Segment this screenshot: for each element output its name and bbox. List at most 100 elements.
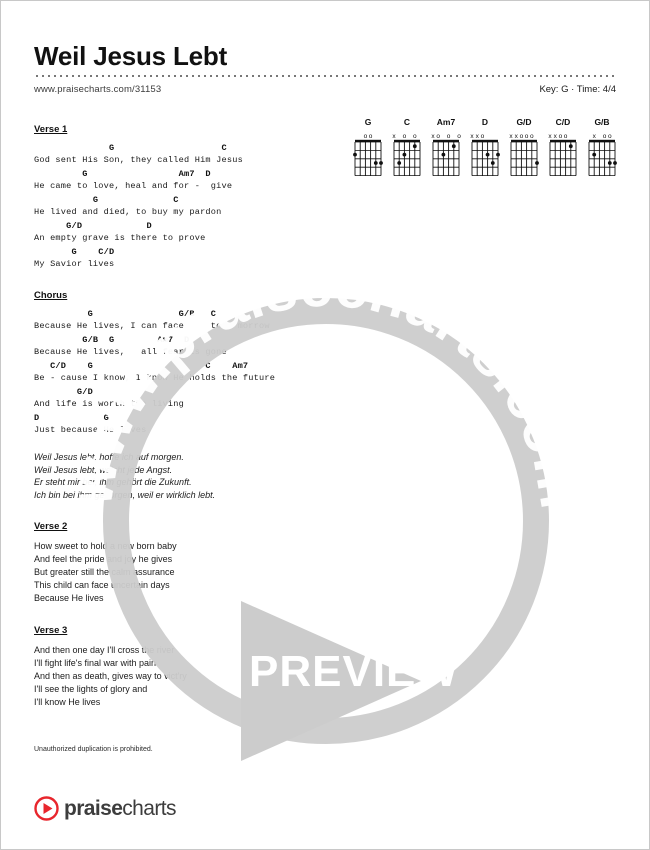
svg-text:o: o: [603, 133, 607, 140]
section-label: Verse 2: [34, 521, 68, 532]
chord-diagram-c-d: C/D x x o o: [546, 117, 580, 180]
logo-bold-part: praise: [64, 796, 123, 820]
svg-text:x: x: [392, 133, 396, 140]
lyric-line: He lived and died, to buy my pardon: [34, 207, 222, 217]
chord-diagram-g: Goo: [351, 117, 385, 180]
lyric-line: How sweet to hold a new born baby: [34, 541, 177, 551]
lyric-line: And feel the pride and joy he gives: [34, 554, 173, 564]
section-label: Chorus: [34, 290, 68, 301]
chord-line: G C: [34, 143, 227, 153]
chord-lyric-line: G G/B C Because He lives, I can face to -…: [34, 309, 334, 332]
key-time-signature: Key: G · Time: 4/4: [539, 84, 616, 95]
page-title: Weil Jesus Lebt: [34, 41, 228, 71]
lyric-line: My Savior lives: [34, 259, 115, 269]
svg-text:o: o: [364, 133, 368, 140]
svg-text:o: o: [369, 133, 373, 140]
chord-diagram-strip: Go o Cx o o Am7 x o o o Dx x o G/D x x o o o C/D x x o o G/B x o o: [351, 117, 619, 180]
svg-text:o: o: [413, 133, 417, 140]
svg-text:o: o: [559, 133, 563, 140]
svg-text:o: o: [481, 133, 485, 140]
lyric-line: I'll fight life's final war with pain: [34, 658, 156, 668]
svg-text:x: x: [554, 133, 558, 140]
chord-lyric-line: G/D D An empty grave is there to prove: [34, 221, 334, 244]
lyric-line: And then as death, gives way to vict'ry: [34, 671, 187, 681]
lyrics-column: Verse 1 G C God sent His Son, they called…: [34, 119, 334, 724]
svg-text:o: o: [608, 133, 612, 140]
lyric-line: Be - cause I know, I know He holds the f…: [34, 373, 276, 383]
chord-name: C: [403, 117, 411, 127]
svg-text:x: x: [509, 133, 513, 140]
chord-line: G/B G Am7 D: [34, 335, 190, 345]
lyric-line: And then one day I'll cross the river: [34, 645, 175, 655]
svg-text:o: o: [520, 133, 524, 140]
svg-text:o: o: [403, 133, 407, 140]
chord-diagram-am7: Am7 x o o o: [429, 117, 463, 180]
source-url: www.praisecharts.com/31153: [34, 84, 162, 95]
svg-text:x: x: [470, 133, 474, 140]
chord-diagram-g-d: G/D x x o o o: [507, 117, 541, 180]
chord-name: G: [364, 117, 372, 127]
german-line: Weil Jesus lebt, weicht jede Angst.: [34, 464, 173, 475]
svg-text:o: o: [564, 133, 568, 140]
chord-name: G/D: [516, 117, 532, 127]
svg-text:x: x: [431, 133, 435, 140]
svg-text:o: o: [436, 133, 440, 140]
logo-wordmark: praisecharts: [64, 797, 176, 821]
chord-lyric-line: D G Just because He lives: [34, 413, 334, 436]
chord-lyric-line: G/B G Am7 D Because He lives, all fear is…: [34, 335, 334, 358]
chord-lyric-line: G C He lived and died, to buy my pardon: [34, 195, 334, 218]
section-verse2: Verse 2 How sweet to hold a new born baby…: [34, 516, 334, 605]
chord-line: G/D: [34, 387, 93, 397]
german-translation-block: Weil Jesus lebt, hoffe ich auf morgen. We…: [34, 451, 334, 501]
chord-grid: xxo: [470, 133, 500, 176]
svg-text:o: o: [447, 133, 451, 140]
svg-text:x: x: [548, 133, 552, 140]
lyric-line: Because He lives: [34, 593, 104, 603]
lyric-line: God sent His Son, they called Him Jesus: [34, 155, 243, 165]
chord-lyric-line: G/D And life is worth the living: [34, 387, 334, 410]
chord-lyric-line: G C God sent His Son, they called Him Jes…: [34, 143, 334, 166]
chord-line: G C: [34, 195, 179, 205]
lyric-line: Because He lives, all fear is gone: [34, 347, 227, 357]
lyric-line: And life is worth the living: [34, 399, 184, 409]
german-line: Er steht mir bei, ihm gehört die Zukunft…: [34, 477, 192, 487]
section-label: Verse 1: [34, 124, 68, 135]
lyric-line: Just because He lives: [34, 425, 147, 435]
copyright-notice: Unauthorized duplication is prohibited.: [34, 746, 153, 753]
lyric-line: He came to love, heal and for - give: [34, 181, 233, 191]
chord-name: C/D: [555, 117, 571, 127]
chord-grid: xoo: [392, 133, 421, 176]
play-button-icon: [34, 796, 59, 821]
chord-name: G/B: [594, 117, 610, 127]
german-line: Weil Jesus lebt, hoffe ich auf morgen.: [34, 452, 184, 462]
chord-line: C/D G C Am7: [34, 361, 249, 371]
chord-chart-page: Weil Jesus Lebt www.praisecharts.com/311…: [0, 0, 650, 850]
chord-grid: xooo: [431, 133, 461, 176]
chord-diagram-c: Cxoo: [390, 117, 424, 180]
chord-diagram-g-b: G/B x o o: [585, 117, 619, 180]
chord-lyric-line: G Am7 D He came to love, heal and for - g…: [34, 169, 334, 192]
svg-text:x: x: [476, 133, 480, 140]
chord-name: D: [481, 117, 489, 127]
chord-line: G/D D: [34, 221, 152, 231]
lyric-line: But greater still the calm assurance: [34, 567, 175, 577]
svg-text:o: o: [525, 133, 529, 140]
chord-grid: oo: [353, 133, 383, 176]
lyric-line: I'll see the lights of glory and: [34, 684, 148, 694]
chord-line: G C/D: [34, 247, 115, 257]
svg-text:o: o: [530, 133, 534, 140]
logo-light-part: charts: [122, 796, 176, 820]
section-chorus: Chorus G G/B C Because He lives, I can fa…: [34, 285, 334, 436]
section-verse-1: Verse 1 G C God sent His Son, they called…: [34, 119, 334, 270]
svg-text:x: x: [515, 133, 519, 140]
german-line: Ich bin bei ihm geborgen, weil er wirkli…: [34, 489, 216, 500]
chord-grid: xxooo: [509, 133, 539, 176]
chord-lyric-line: C/D G C Am7 Be - cause I know, I know He …: [34, 361, 334, 384]
chord-grid: xxoo: [548, 133, 577, 176]
praisecharts-logo: praisecharts: [34, 796, 176, 821]
lyric-line: I'll know He lives: [34, 697, 101, 707]
svg-text:x: x: [593, 133, 597, 140]
chord-lyric-line: G C/D My Savior lives: [34, 247, 334, 270]
lyric-line: Because He lives, I can face to - morrow: [34, 321, 270, 331]
chord-line: D G: [34, 413, 109, 423]
